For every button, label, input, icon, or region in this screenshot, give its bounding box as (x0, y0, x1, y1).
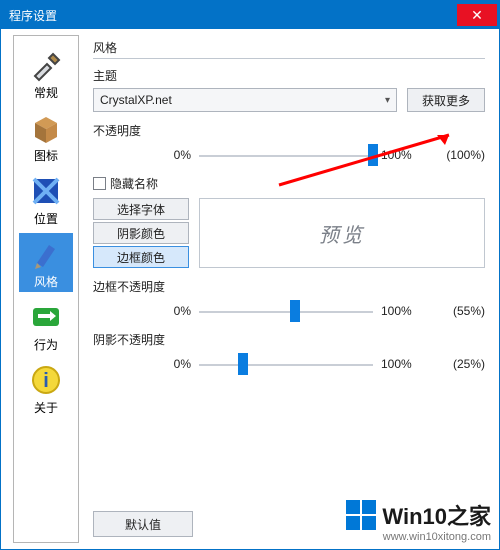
get-more-button[interactable]: 获取更多 (407, 88, 485, 112)
shadow-opacity-label: 阴影不透明度 (93, 331, 485, 348)
sidebar-item-label: 风格 (34, 273, 58, 290)
shadow-opacity-value: (25%) (431, 357, 485, 371)
watermark-text: Win10之家 (382, 499, 491, 531)
theme-label: 主题 (93, 67, 485, 84)
sidebar-item-label: 行为 (34, 336, 58, 353)
sidebar-item-icons[interactable]: 图标 (19, 107, 73, 166)
sidebar-item-position[interactable]: 位置 (19, 170, 73, 229)
theme-select[interactable]: CrystalXP.net ▾ (93, 88, 397, 112)
svg-text:i: i (43, 370, 49, 392)
slider-thumb[interactable] (290, 300, 300, 322)
theme-value: CrystalXP.net (100, 93, 172, 107)
windows-logo-icon (346, 500, 376, 530)
default-button[interactable]: 默认值 (93, 511, 193, 537)
chevron-down-icon: ▾ (385, 95, 390, 106)
main-panel: 风格 主题 CrystalXP.net ▾ 获取更多 不透明度 0% (79, 29, 499, 549)
sidebar-item-label: 关于 (34, 399, 58, 416)
sidebar-item-behavior[interactable]: 行为 (19, 296, 73, 355)
hide-name-label: 隐藏名称 (110, 175, 158, 192)
shadow-opacity-min: 0% (149, 357, 191, 371)
border-opacity-label: 边框不透明度 (93, 278, 485, 295)
choose-font-button[interactable]: 选择字体 (93, 198, 189, 220)
border-opacity-max: 100% (381, 304, 423, 318)
sidebar-item-style[interactable]: 风格 (19, 233, 73, 292)
watermark-url: www.win10xitong.com (383, 531, 491, 543)
shadow-color-button[interactable]: 阴影颜色 (93, 222, 189, 244)
sidebar: 常规 图标 位置 风格 (13, 35, 79, 543)
tools-icon (29, 48, 63, 82)
sidebar-item-about[interactable]: i 关于 (19, 359, 73, 418)
sidebar-item-label: 图标 (34, 147, 58, 164)
box-icon (29, 111, 63, 145)
border-opacity-slider[interactable] (199, 301, 373, 321)
position-icon (29, 174, 63, 208)
sidebar-item-label: 位置 (34, 210, 58, 227)
swap-icon (29, 300, 63, 334)
slider-thumb[interactable] (368, 144, 378, 166)
shadow-opacity-max: 100% (381, 357, 423, 371)
window-title: 程序设置 (9, 7, 457, 24)
sidebar-item-general[interactable]: 常规 (19, 44, 73, 103)
hide-name-checkbox[interactable] (93, 177, 106, 190)
close-button[interactable]: ✕ (457, 4, 497, 26)
opacity-min: 0% (149, 148, 191, 162)
border-opacity-value: (55%) (431, 304, 485, 318)
border-opacity-min: 0% (149, 304, 191, 318)
sidebar-item-label: 常规 (34, 84, 58, 101)
opacity-label: 不透明度 (93, 122, 485, 139)
divider (93, 58, 485, 59)
titlebar: 程序设置 ✕ (1, 1, 499, 29)
opacity-slider[interactable] (199, 145, 373, 165)
info-icon: i (29, 363, 63, 397)
opacity-value: (100%) (431, 148, 485, 162)
shadow-opacity-slider[interactable] (199, 354, 373, 374)
close-icon: ✕ (471, 7, 483, 24)
section-title: 风格 (93, 39, 485, 56)
opacity-max: 100% (381, 148, 423, 162)
watermark: Win10之家 www.win10xitong.com (346, 499, 491, 543)
preview-box: 预览 (199, 198, 485, 268)
slider-thumb[interactable] (238, 353, 248, 375)
pen-icon (29, 237, 63, 271)
border-color-button[interactable]: 边框颜色 (93, 246, 189, 268)
